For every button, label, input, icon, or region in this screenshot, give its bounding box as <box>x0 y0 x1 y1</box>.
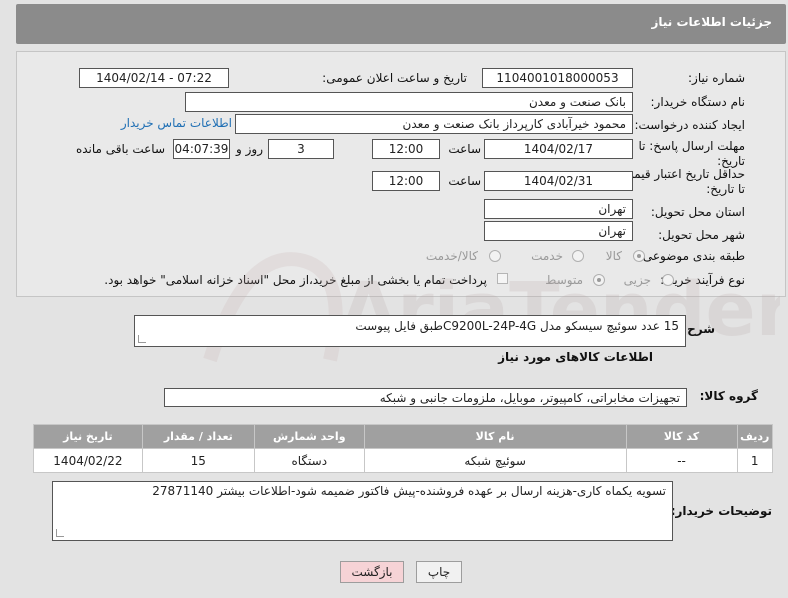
buyer-contact-link[interactable]: اطلاعات تماس خریدار <box>121 116 232 130</box>
category-goods-service-label: کالا/خدمت <box>425 249 478 263</box>
category-label: طبقه بندی موضوعی: <box>638 249 745 263</box>
goods-group-field: تجهیزات مخابراتی، کامپیوتر، موبایل، ملزو… <box>164 388 687 407</box>
need-number-label: شماره نیاز: <box>688 71 745 85</box>
category-service-radio[interactable] <box>572 250 584 262</box>
column-header-item-name: نام کالا <box>363 424 627 449</box>
buyer-notes-field: تسویه یکماه کاری-هزینه ارسال بر عهده فرو… <box>52 481 673 541</box>
reply-date-field: 1404/02/17 <box>484 139 633 159</box>
process-medium-label: متوسط <box>545 273 583 287</box>
column-header-quantity: تعداد / مقدار <box>141 424 255 449</box>
remaining-time-label: ساعت باقی مانده <box>75 142 165 156</box>
category-service-label: خدمت <box>531 249 563 263</box>
cell-quantity: 15 <box>141 448 255 473</box>
category-goods-service-radio[interactable] <box>489 250 501 262</box>
reply-deadline-label: مهلت ارسال پاسخ: تا <box>638 139 745 153</box>
province-label: استان محل تحویل: <box>650 205 745 219</box>
cell-item-code: -- <box>625 448 738 473</box>
days-label: روز و <box>236 142 263 156</box>
goods-table: ردیف کد کالا نام کالا واحد شمارش تعداد /… <box>33 424 773 473</box>
column-header-need-date: تاریخ نیاز <box>33 424 143 449</box>
buyer-org-label: نام دستگاه خریدار: <box>650 95 746 109</box>
requester-field: محمود خیرآبادی کارپرداز بانک صنعت و معدن <box>235 114 633 134</box>
page-title: جزئیات اطلاعات نیاز <box>651 15 772 29</box>
announce-datetime-label: تاریخ و ساعت اعلان عمومی: <box>322 71 467 85</box>
reply-time-field: 12:00 <box>372 139 440 159</box>
need-number-field: 1104001018000053 <box>482 68 633 88</box>
buyer-notes-text: تسویه یکماه کاری-هزینه ارسال بر عهده فرو… <box>152 484 666 498</box>
process-medium-radio[interactable] <box>593 274 605 286</box>
buyer-org-field: بانک صنعت و معدن <box>185 92 633 112</box>
print-button[interactable]: چاپ <box>416 561 462 583</box>
treasury-payment-checkbox[interactable] <box>497 273 508 284</box>
price-validity-label: حداقل تاریخ اعتبار قیمت: <box>618 167 745 181</box>
column-header-unit: واحد شمارش <box>253 424 365 449</box>
reply-deadline-label-date: تاریخ: <box>717 154 745 168</box>
price-validity-label-date: تا تاریخ: <box>706 182 745 196</box>
city-label: شهر محل تحویل: <box>658 228 745 242</box>
general-description-text: 15 عدد سوئیچ سیسکو مدل C9200L-24P-4Gطبق … <box>355 319 679 333</box>
back-button[interactable]: بازگشت <box>340 561 404 583</box>
cell-row-number: 1 <box>736 448 773 473</box>
announce-datetime-field: 1404/02/14 - 07:22 <box>79 68 229 88</box>
resize-handle-icon[interactable] <box>138 335 146 343</box>
price-validity-date-field: 1404/02/31 <box>484 171 633 191</box>
cell-item-name: سوئیچ شبکه <box>363 448 627 473</box>
province-field: تهران <box>484 199 633 219</box>
process-minor-radio[interactable] <box>662 274 674 286</box>
page-header: جزئیات اطلاعات نیاز <box>16 4 786 44</box>
price-validity-time-label: ساعت <box>448 174 481 188</box>
cell-unit: دستگاه <box>253 448 365 473</box>
remaining-time-field: 04:07:39 <box>173 139 230 159</box>
goods-group-label: گروه کالا: <box>699 389 758 403</box>
requester-label: ایجاد کننده درخواست: <box>634 118 745 132</box>
general-description-field: 15 عدد سوئیچ سیسکو مدل C9200L-24P-4Gطبق … <box>134 315 686 347</box>
notes-resize-handle-icon[interactable] <box>56 529 64 537</box>
table-row: 1 -- سوئیچ شبکه دستگاه 15 1404/02/22 <box>33 448 773 473</box>
column-header-item-code: کد کالا <box>625 424 738 449</box>
treasury-payment-note: پرداخت تمام یا بخشی از مبلغ خرید،از محل … <box>104 273 487 287</box>
days-remaining-field: 3 <box>268 139 334 159</box>
buyer-notes-label: توضیحات خریدار: <box>670 504 772 518</box>
goods-section-title: اطلاعات کالاهای مورد نیاز <box>498 350 653 364</box>
table-header-row: ردیف کد کالا نام کالا واحد شمارش تعداد /… <box>33 424 773 449</box>
category-goods-label: کالا <box>605 249 622 263</box>
process-minor-label: جزیی <box>623 273 651 287</box>
price-validity-time-field: 12:00 <box>372 171 440 191</box>
category-goods-radio[interactable] <box>633 250 645 262</box>
reply-time-label: ساعت <box>448 142 481 156</box>
city-field: تهران <box>484 221 633 241</box>
column-header-row-number: ردیف <box>736 424 773 449</box>
cell-need-date: 1404/02/22 <box>33 448 143 473</box>
